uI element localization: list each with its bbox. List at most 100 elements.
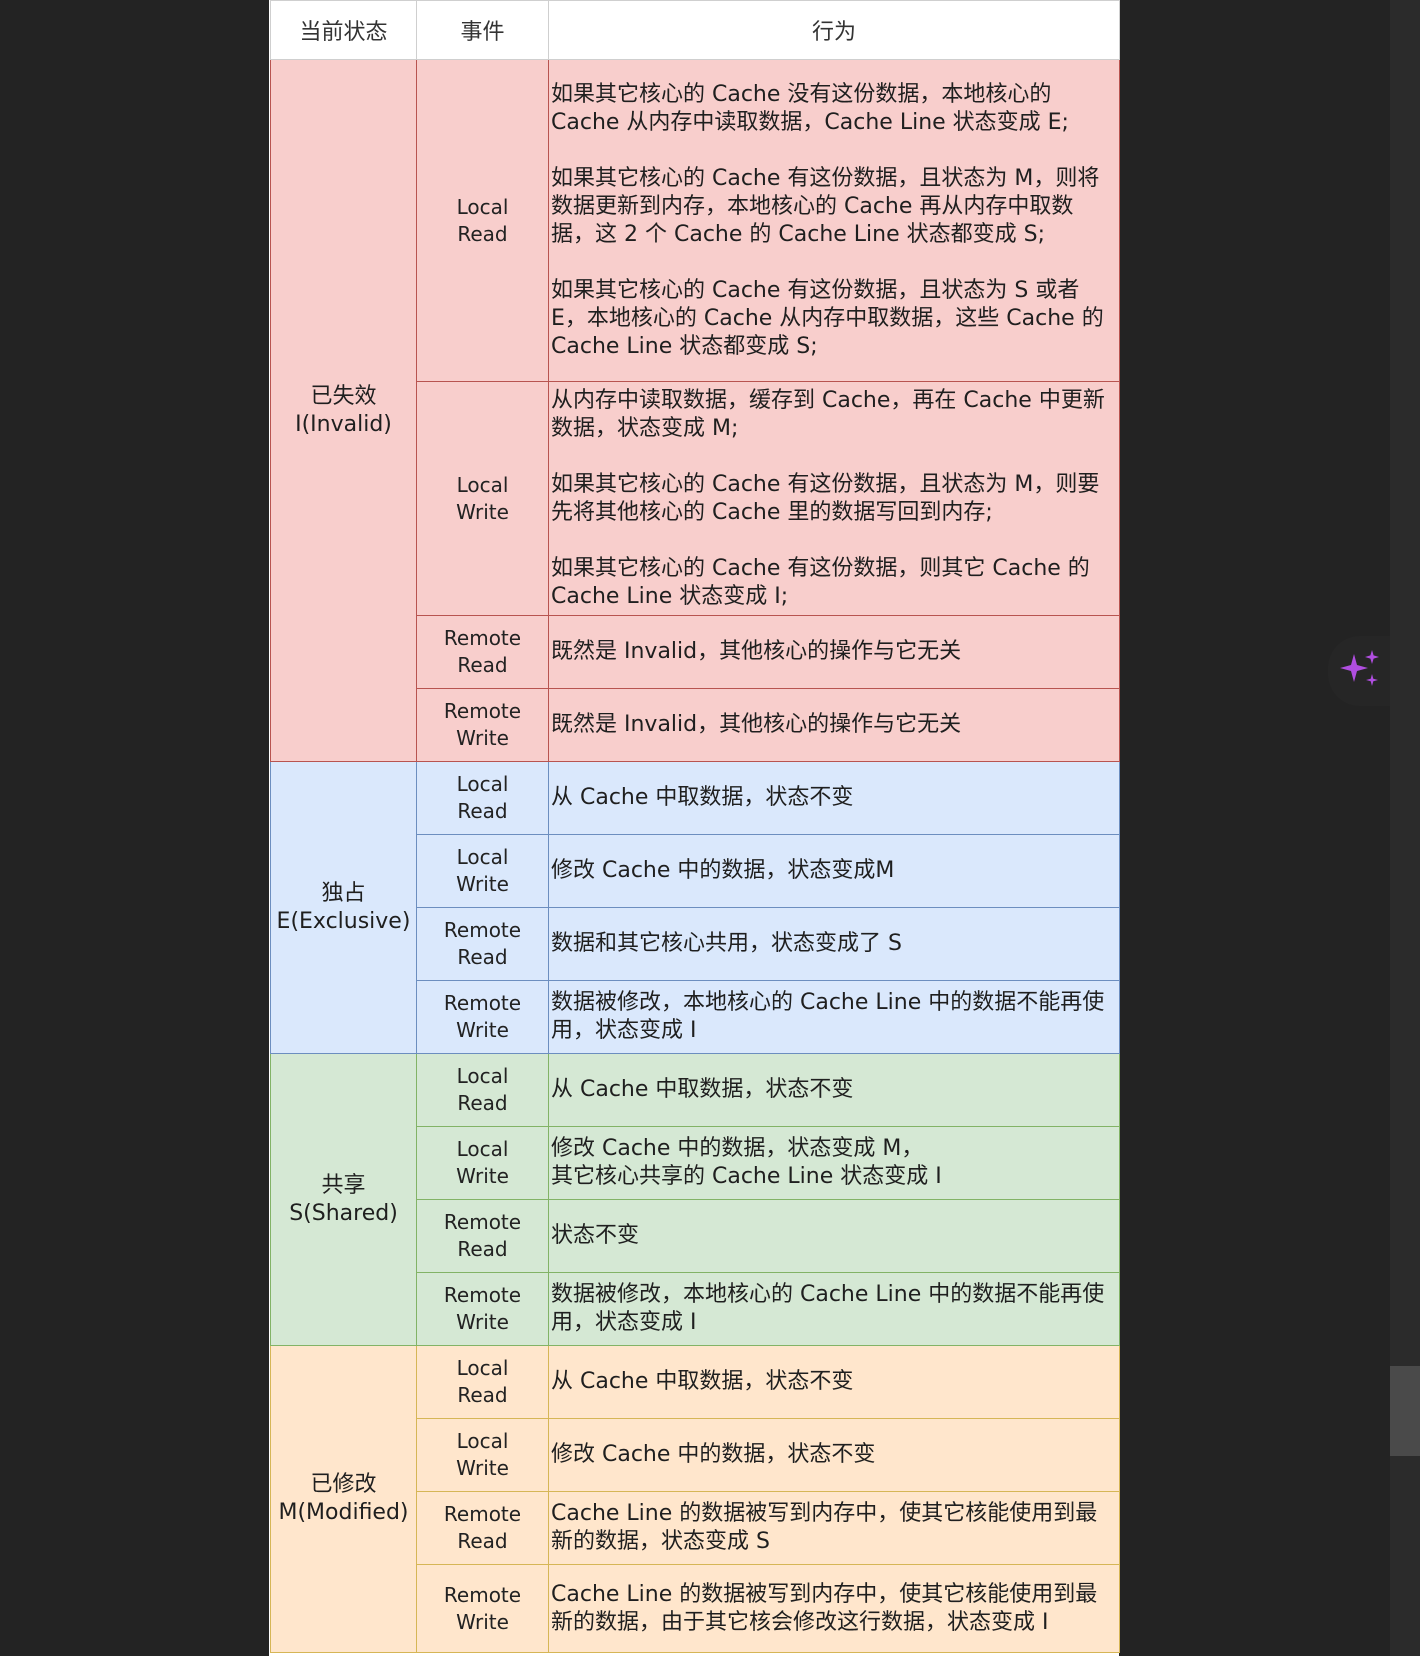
event-cell: Remote Read: [416, 907, 549, 981]
event-cell: Local Write: [416, 1418, 549, 1492]
event-op: Read: [457, 221, 508, 246]
event-scope: Remote: [443, 1210, 522, 1234]
vertical-scrollbar[interactable]: [1390, 0, 1420, 1656]
action-cell: 数据被修改，本地核心的 Cache Line 中的数据不能再使用，状态变成 I: [548, 1272, 1120, 1346]
action-cell: 既然是 Invalid，其他核心的操作与它无关: [548, 615, 1120, 689]
event-scope: Local: [456, 845, 509, 869]
action-cell: Cache Line 的数据被写到内存中，使其它核能使用到最新的数据，状态变成 …: [548, 1491, 1120, 1565]
event-scope: Remote: [443, 918, 522, 942]
action-text: 数据被修改，本地核心的 Cache Line 中的数据不能再使用，状态变成 I: [551, 990, 1105, 1043]
event-op: Read: [457, 799, 508, 823]
state-cell-shared: 共享 S(Shared): [270, 1053, 417, 1346]
event-op: Write: [456, 1164, 509, 1188]
event-op: Write: [456, 872, 509, 896]
action-text: 数据和其它核心共用，状态变成了 S: [551, 931, 902, 956]
action-text: 既然是 Invalid，其他核心的操作与它无关: [551, 712, 962, 737]
scrollbar-thumb[interactable]: [1390, 1366, 1420, 1456]
table-row: 已修改 M(Modified) Local Read 从 Cache 中取数据，…: [270, 1345, 1120, 1653]
event-op: Read: [457, 945, 508, 969]
state-cell-invalid: 已失效 I(Invalid): [270, 59, 417, 762]
action-cell: 从 Cache 中取数据，状态不变: [548, 1053, 1120, 1127]
action-text: 如果其它核心的 Cache 没有这份数据，本地核心的 Cache 从内存中读取数…: [551, 81, 1069, 135]
event-op: Read: [457, 1091, 508, 1115]
action-text: 从 Cache 中取数据，状态不变: [551, 1077, 854, 1102]
event-cell: Remote Read: [416, 615, 549, 689]
event-scope: Remote: [443, 626, 522, 650]
action-cell: 修改 Cache 中的数据，状态变成 M， 其它核心共享的 Cache Line…: [548, 1126, 1120, 1200]
action-text: 修改 Cache 中的数据，状态变成 M， 其它核心共享的 Cache Line…: [551, 1136, 942, 1189]
action-text: 修改 Cache 中的数据，状态不变: [551, 1442, 876, 1467]
event-scope: Local: [456, 194, 509, 219]
event-cell: Remote Write: [416, 1272, 549, 1346]
action-cell: Cache Line 的数据被写到内存中，使其它核能使用到最新的数据，由于其它核…: [548, 1564, 1120, 1653]
event-cell: Remote Write: [416, 1564, 549, 1653]
state-name: 独占: [321, 880, 366, 906]
action-text: Cache Line 的数据被写到内存中，使其它核能使用到最新的数据，由于其它核…: [551, 1581, 1098, 1635]
mesi-state-table: 当前状态 事件 行为 已失效 I(Invalid) Local Read 如果其…: [270, 0, 1120, 1653]
action-text: 状态不变: [551, 1223, 640, 1248]
event-op: Read: [457, 1383, 508, 1407]
event-op: Write: [456, 1609, 509, 1634]
ai-assistant-button[interactable]: [1328, 636, 1392, 706]
event-cell: Remote Read: [416, 1491, 549, 1565]
event-op: Write: [456, 499, 509, 524]
event-cell: Local Write: [416, 381, 549, 616]
action-cell: 从 Cache 中取数据，状态不变: [548, 761, 1120, 835]
event-scope: Local: [456, 1064, 509, 1088]
event-scope: Local: [456, 1429, 509, 1453]
event-cell: Local Read: [416, 59, 549, 382]
table-row: 共享 S(Shared) Local Read 从 Cache 中取数据，状态不…: [270, 1053, 1120, 1346]
action-text: Cache Line 的数据被写到内存中，使其它核能使用到最新的数据，状态变成 …: [551, 1501, 1098, 1554]
event-cell: Local Read: [416, 1053, 549, 1127]
state-code: M(Modified): [278, 1500, 409, 1525]
event-cell: Local Read: [416, 1345, 549, 1419]
action-cell: 从 Cache 中取数据，状态不变: [548, 1345, 1120, 1419]
event-cell: Local Write: [416, 1126, 549, 1200]
action-cell: 如果其它核心的 Cache 没有这份数据，本地核心的 Cache 从内存中读取数…: [548, 59, 1120, 382]
header-action: 行为: [548, 0, 1120, 60]
state-name: 已修改: [310, 1472, 377, 1497]
action-cell: 既然是 Invalid，其他核心的操作与它无关: [548, 688, 1120, 762]
state-code: E(Exclusive): [276, 908, 411, 934]
event-cell: Local Read: [416, 761, 549, 835]
event-op: Read: [457, 653, 508, 677]
event-scope: Local: [456, 1356, 509, 1380]
header-state: 当前状态: [270, 0, 417, 60]
event-scope: Local: [456, 772, 509, 796]
state-name: 共享: [321, 1172, 366, 1198]
action-text: 如果其它核心的 Cache 有这份数据，且状态为 S 或者 E，本地核心的 Ca…: [551, 277, 1104, 359]
action-text: 如果其它核心的 Cache 有这份数据，则其它 Cache 的 Cache Li…: [551, 555, 1090, 609]
state-cell-modified: 已修改 M(Modified): [270, 1345, 417, 1653]
action-cell: 数据被修改，本地核心的 Cache Line 中的数据不能再使用，状态变成 I: [548, 980, 1120, 1054]
action-text: 如果其它核心的 Cache 有这份数据，且状态为 M，则将数据更新到内存，本地核…: [551, 165, 1100, 247]
table-row: 已失效 I(Invalid) Local Read 如果其它核心的 Cache …: [270, 59, 1120, 762]
table-row: 独占 E(Exclusive) Local Read 从 Cache 中取数据，…: [270, 761, 1120, 1054]
action-text: 既然是 Invalid，其他核心的操作与它无关: [551, 639, 962, 664]
event-cell: Remote Write: [416, 688, 549, 762]
event-scope: Remote: [443, 699, 522, 723]
event-cell: Local Write: [416, 834, 549, 908]
state-name: 已失效: [310, 383, 377, 409]
event-scope: Local: [456, 472, 509, 497]
action-text: 从内存中读取数据，缓存到 Cache，再在 Cache 中更新数据，状态变成 M…: [551, 387, 1105, 441]
action-text: 从 Cache 中取数据，状态不变: [551, 1369, 854, 1394]
event-scope: Remote: [443, 1582, 522, 1607]
action-text: 修改 Cache 中的数据，状态变成M: [551, 858, 895, 883]
action-cell: 修改 Cache 中的数据，状态不变: [548, 1418, 1120, 1492]
event-scope: Local: [456, 1137, 509, 1161]
event-op: Write: [456, 1456, 509, 1480]
action-text: 数据被修改，本地核心的 Cache Line 中的数据不能再使用，状态变成 I: [551, 1282, 1105, 1335]
action-cell: 修改 Cache 中的数据，状态变成M: [548, 834, 1120, 908]
event-op: Write: [456, 1310, 509, 1334]
action-text: 如果其它核心的 Cache 有这份数据，且状态为 M，则要先将其他核心的 Cac…: [551, 471, 1100, 525]
header-event: 事件: [416, 0, 549, 60]
action-text: 从 Cache 中取数据，状态不变: [551, 785, 854, 810]
event-op: Read: [457, 1529, 508, 1553]
sparkle-icon: [1340, 650, 1379, 686]
event-op: Write: [456, 726, 509, 750]
action-cell: 从内存中读取数据，缓存到 Cache，再在 Cache 中更新数据，状态变成 M…: [548, 381, 1120, 616]
event-scope: Remote: [443, 1502, 522, 1526]
event-op: Read: [457, 1237, 508, 1261]
event-op: Write: [456, 1018, 509, 1042]
event-scope: Remote: [443, 1283, 522, 1307]
